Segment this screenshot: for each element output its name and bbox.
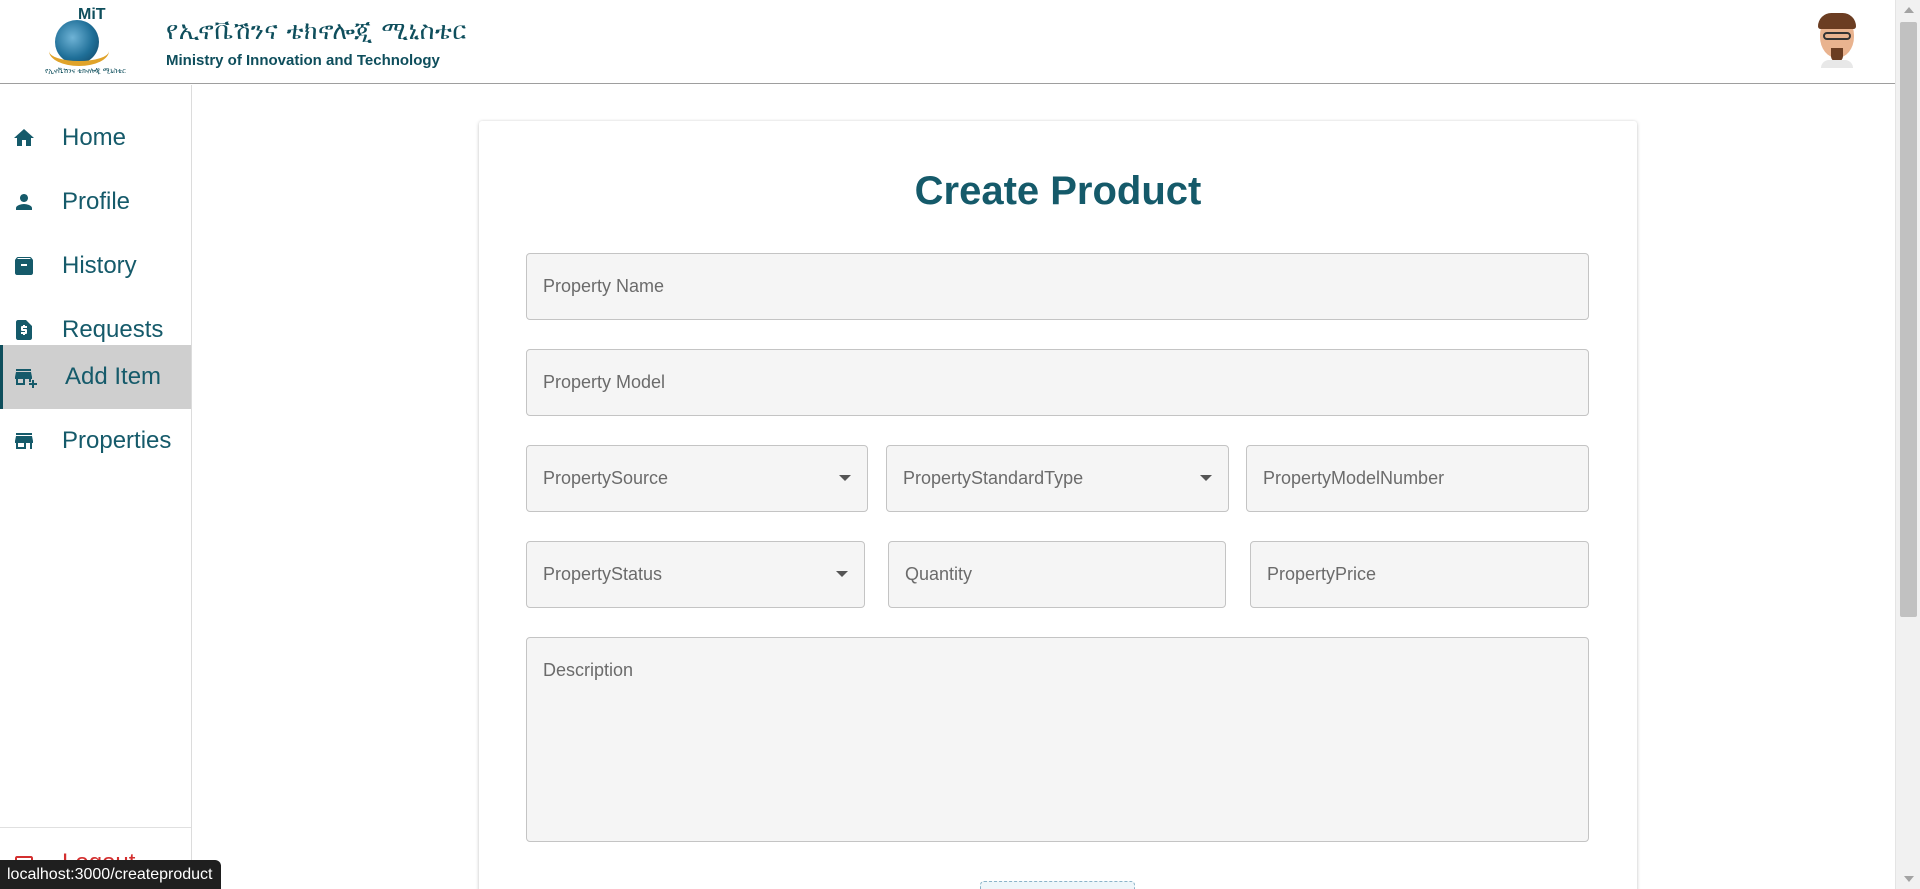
input-placeholder: Quantity (905, 564, 973, 584)
sidebar: Home Profile History Requests Add Item P… (0, 85, 192, 889)
select-placeholder: PropertySource (543, 468, 669, 488)
avatar-shirt (1821, 60, 1853, 68)
description-textarea[interactable]: Description (526, 637, 1589, 842)
person-icon (16, 194, 32, 210)
property-name-input[interactable]: Property Name (526, 253, 1589, 320)
app-header: MiT የኢኖቬሽንና ቴክኖሎጂ ሚኒስቴር የኢኖቬሽንና ቴክኖሎጂ ሚኒ… (0, 0, 1895, 84)
property-standard-type-select[interactable]: PropertyStandardType (886, 445, 1229, 512)
textarea-placeholder: Description (543, 660, 634, 680)
sidebar-item-label: Requests (62, 316, 164, 343)
page-title: Create Product (914, 169, 1202, 213)
sidebar-item-home[interactable]: Home (0, 106, 191, 170)
org-name-english: Ministry of Innovation and Technology (166, 52, 440, 69)
document-dollar-icon (16, 320, 32, 340)
sidebar-item-label: Add Item (65, 363, 162, 390)
property-price-input[interactable]: PropertyPrice (1250, 541, 1589, 608)
org-name-amharic: የኢኖቬሽንና ቴክኖሎጂ ሚኒስቴር (166, 16, 467, 45)
property-source-select[interactable]: PropertySource (526, 445, 868, 512)
scroll-down-arrow-icon[interactable] (1904, 876, 1914, 882)
upload-button-edge[interactable] (980, 881, 1135, 889)
property-model-number-input[interactable]: PropertyModelNumber (1246, 445, 1589, 512)
input-placeholder: Property Name (543, 276, 665, 296)
sidebar-item-label: Home (62, 124, 127, 151)
user-avatar[interactable] (1813, 10, 1861, 68)
archive-icon (15, 257, 33, 275)
input-placeholder: Property Model (543, 372, 666, 392)
create-product-card: Create Product Property Name Property Mo… (479, 121, 1637, 889)
scrollbar-thumb[interactable] (1900, 22, 1917, 617)
ministry-logo[interactable]: MiT የኢኖቬሽንና ቴክኖሎጂ ሚኒስቴር (45, 6, 153, 78)
logo-swoosh (49, 36, 109, 66)
sidebar-divider (0, 827, 191, 828)
input-placeholder: PropertyPrice (1267, 564, 1377, 584)
select-placeholder: PropertyStatus (543, 564, 663, 584)
store-icon (15, 433, 33, 449)
dropdown-arrow-icon (1200, 475, 1212, 481)
sidebar-item-add-item[interactable]: Add Item (0, 345, 191, 409)
quantity-input[interactable]: Quantity (888, 541, 1226, 608)
logo-subtext: የኢኖቬሽንና ቴክኖሎጂ ሚኒስቴር (45, 68, 126, 75)
dropdown-arrow-icon (836, 571, 848, 577)
property-status-select[interactable]: PropertyStatus (526, 541, 865, 608)
dropdown-arrow-icon (839, 475, 851, 481)
property-model-input[interactable]: Property Model (526, 349, 1589, 416)
sidebar-item-label: History (62, 252, 137, 279)
scroll-up-arrow-icon[interactable] (1904, 7, 1914, 13)
avatar-glasses (1823, 32, 1851, 40)
sidebar-item-properties[interactable]: Properties (0, 409, 191, 473)
input-placeholder: PropertyModelNumber (1263, 468, 1445, 488)
sidebar-item-history[interactable]: History (0, 234, 191, 298)
sidebar-item-profile[interactable]: Profile (0, 170, 191, 234)
select-placeholder: PropertyStandardType (903, 468, 1084, 488)
avatar-hair (1818, 13, 1856, 29)
link-preview-status: localhost:3000/createproduct (0, 860, 222, 889)
home-icon (14, 129, 34, 146)
sidebar-item-label: Properties (62, 427, 172, 454)
sidebar-item-label: Profile (62, 188, 131, 215)
add-business-icon (15, 369, 37, 388)
page-scrollbar[interactable] (1895, 0, 1920, 889)
